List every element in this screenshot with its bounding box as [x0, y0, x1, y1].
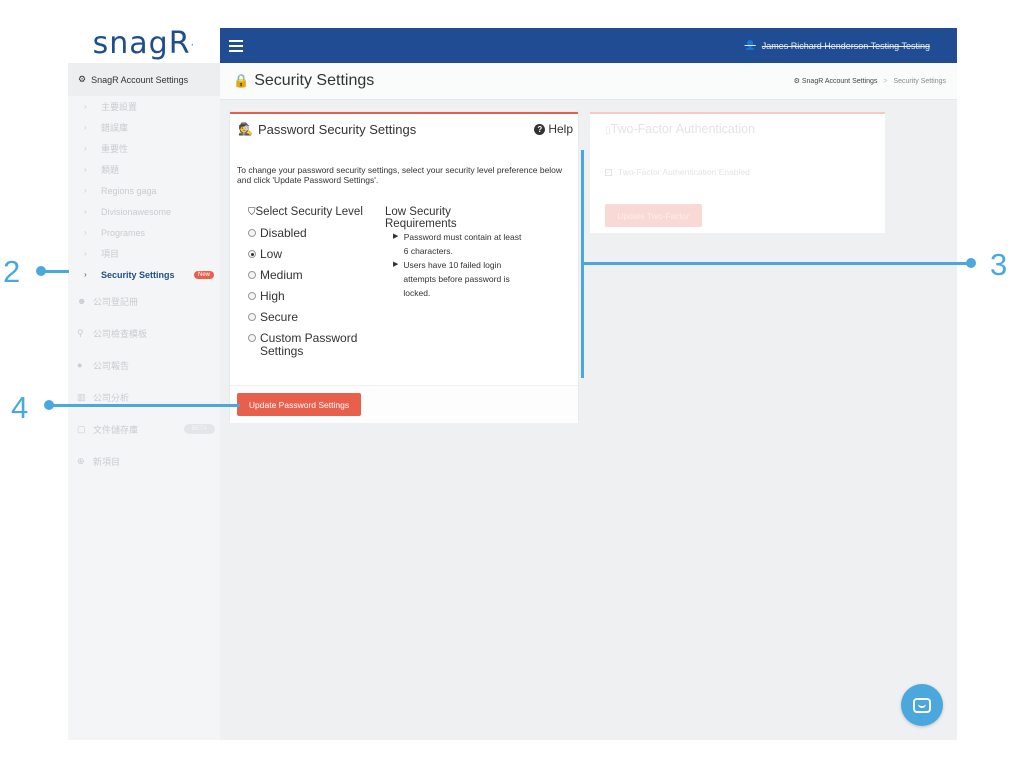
main-content: 🔒 Security Settings ⚙ SnagR Account Sett…	[220, 63, 957, 740]
hamburger-menu-icon[interactable]	[229, 39, 243, 52]
user-menu[interactable]: 👤 James Richard Henderson Testing Testin…	[745, 40, 930, 51]
help-button[interactable]: ? Help	[534, 122, 573, 136]
user-name: James Richard Henderson Testing Testing	[761, 40, 930, 51]
sidebar-item-company-analysis[interactable]: ▥ 公司分析	[68, 381, 220, 413]
sidebar-item-programes[interactable]: › Programes	[68, 222, 220, 243]
sidebar: snagR· ⚙ SnagR Account Settings › 主要設置 › 錯…	[68, 26, 220, 740]
chevron-right-icon: ›	[84, 102, 87, 111]
gears-icon: ⚙	[793, 78, 800, 85]
sidebar-item-label: Security Settings	[101, 269, 175, 280]
sidebar-item-categories[interactable]: › 類題	[68, 159, 220, 180]
sidebar-item-security-settings[interactable]: › Security Settings New	[68, 264, 220, 285]
file-icon: ▢	[77, 423, 86, 434]
annotation-2-line	[42, 270, 69, 273]
security-level-title: ⛉Select Security Level	[248, 206, 363, 218]
page-title: 🔒 Security Settings	[233, 72, 375, 89]
sidebar-item-inspection-templates[interactable]: ⚲ 公司檢查模板	[68, 317, 220, 349]
chevron-right-icon: ›	[84, 144, 87, 153]
sidebar-item-division[interactable]: › Divisionawesome	[68, 201, 220, 222]
globe-icon: ●	[77, 360, 83, 370]
shield-icon: ⛉	[248, 207, 256, 218]
caret-right-icon: ▶	[393, 261, 399, 268]
requirements-title: Low Security Requirements	[385, 206, 457, 230]
annotation-3-line	[582, 262, 972, 265]
users-icon: ☻	[77, 296, 87, 306]
update-two-factor-button[interactable]: Update Two-Factor	[605, 204, 702, 227]
two-factor-card: ▯Two-Factor Authentication ✓ Two-Factor A…	[590, 112, 885, 233]
sidebar-item-importance[interactable]: › 重要性	[68, 138, 220, 159]
top-navbar: 👤 James Richard Henderson Testing Testin…	[220, 28, 957, 63]
chevron-right-icon: ›	[84, 270, 87, 279]
annotation-2-number: 2	[3, 254, 21, 289]
breadcrumb: ⚙ SnagR Account Settings > Security Sett…	[793, 77, 946, 86]
sidebar-item-projects[interactable]: › 項目	[68, 243, 220, 264]
beta-badge: BETA	[183, 424, 215, 434]
update-password-settings-button[interactable]: Update Password Settings	[237, 393, 361, 416]
sidebar-item-regions[interactable]: › Regions gaga	[68, 180, 220, 201]
chevron-right-icon: ›	[84, 249, 87, 258]
breadcrumb-root-link[interactable]: SnagR Account Settings	[802, 78, 878, 85]
gears-icon: ⚙	[78, 74, 87, 84]
card-title: Password Security Settings	[257, 121, 417, 137]
radio-button[interactable]	[248, 271, 256, 279]
chevron-right-icon: ›	[84, 123, 87, 132]
intro-text: To change your password security setting…	[237, 165, 563, 185]
page: snagR· ⚙ SnagR Account Settings › 主要設置 › 錯…	[0, 0, 1024, 768]
sidebar-section-account-settings[interactable]: ⚙ SnagR Account Settings	[68, 63, 220, 96]
card-header: 🕵 Password Security Settings ? Help	[230, 114, 578, 144]
sidebar-item-new-project[interactable]: ⊕ 新項目	[68, 445, 220, 477]
page-header: 🔒 Security Settings ⚙ SnagR Account Sett…	[220, 63, 957, 100]
annotation-4-line	[50, 404, 240, 407]
radio-low[interactable]: Low	[248, 248, 373, 261]
annotation-3-dot	[966, 258, 976, 268]
chevron-right-icon: ›	[84, 228, 87, 237]
user-secret-icon: 🕵	[238, 122, 253, 136]
caret-right-icon: ▶	[393, 233, 399, 240]
radio-button-checked[interactable]	[248, 250, 256, 258]
chat-icon	[913, 697, 931, 713]
sidebar-item-error-library[interactable]: › 錯誤庫	[68, 117, 220, 138]
plus-circle-icon: ⊕	[77, 455, 85, 466]
sidebar-item-file-repository[interactable]: ▢ 文件儲存庫 BETA	[68, 413, 220, 445]
logo-text: snagR·	[92, 26, 196, 61]
bar-chart-icon: ▥	[77, 391, 86, 402]
radio-button[interactable]	[248, 229, 256, 237]
chat-launcher-button[interactable]	[901, 684, 943, 726]
password-security-card: 🕵 Password Security Settings ? Help To ch…	[230, 112, 578, 423]
question-circle-icon: ?	[534, 123, 546, 135]
sidebar-item-company-register[interactable]: ☻ 公司登記冊	[68, 285, 220, 317]
sidebar-item-company-reports[interactable]: ● 公司報告	[68, 349, 220, 381]
radio-button[interactable]	[248, 313, 256, 321]
card-footer: Update Password Settings	[230, 385, 578, 423]
radio-button[interactable]	[248, 292, 256, 300]
annotation-3-number: 3	[990, 247, 1008, 282]
annotation-4-number: 4	[11, 390, 29, 425]
breadcrumb-current: Security Settings	[893, 77, 946, 85]
two-factor-title: ▯Two-Factor Authentication	[605, 122, 756, 136]
breadcrumb-separator: >	[883, 77, 888, 85]
new-badge: New	[193, 270, 214, 279]
requirement-item: ▶ Users have 10 failed login attempts bef…	[393, 260, 510, 298]
chevron-right-icon: ›	[84, 186, 87, 195]
chevron-right-icon: ›	[84, 207, 87, 216]
requirements-panel: Low Security Requirements ▶ Password must…	[385, 206, 525, 300]
two-factor-enabled-checkbox[interactable]: ✓ Two-Factor Authentication Enabled	[605, 167, 750, 177]
lock-icon: 🔒	[233, 73, 250, 88]
user-icon: 👤	[744, 40, 756, 50]
security-level-group: ⛉Select Security Level Disabled Low Medi…	[248, 206, 373, 358]
radio-disabled[interactable]: Disabled	[248, 227, 373, 240]
logo[interactable]: snagR·	[68, 26, 220, 63]
sidebar-section-label: SnagR Account Settings	[91, 74, 189, 85]
requirement-item: ▶ Password must contain at least 6 charac…	[393, 232, 522, 256]
sidebar-item-main-settings[interactable]: › 主要設置	[68, 96, 220, 117]
radio-custom[interactable]: Custom Password Settings	[248, 332, 373, 358]
radio-high[interactable]: High	[248, 290, 373, 303]
search-icon: ⚲	[77, 327, 84, 338]
chevron-right-icon: ›	[84, 165, 87, 174]
checkbox[interactable]: ✓	[605, 168, 612, 176]
radio-secure[interactable]: Secure	[248, 311, 373, 324]
radio-medium[interactable]: Medium	[248, 269, 373, 282]
radio-button[interactable]	[248, 334, 256, 342]
